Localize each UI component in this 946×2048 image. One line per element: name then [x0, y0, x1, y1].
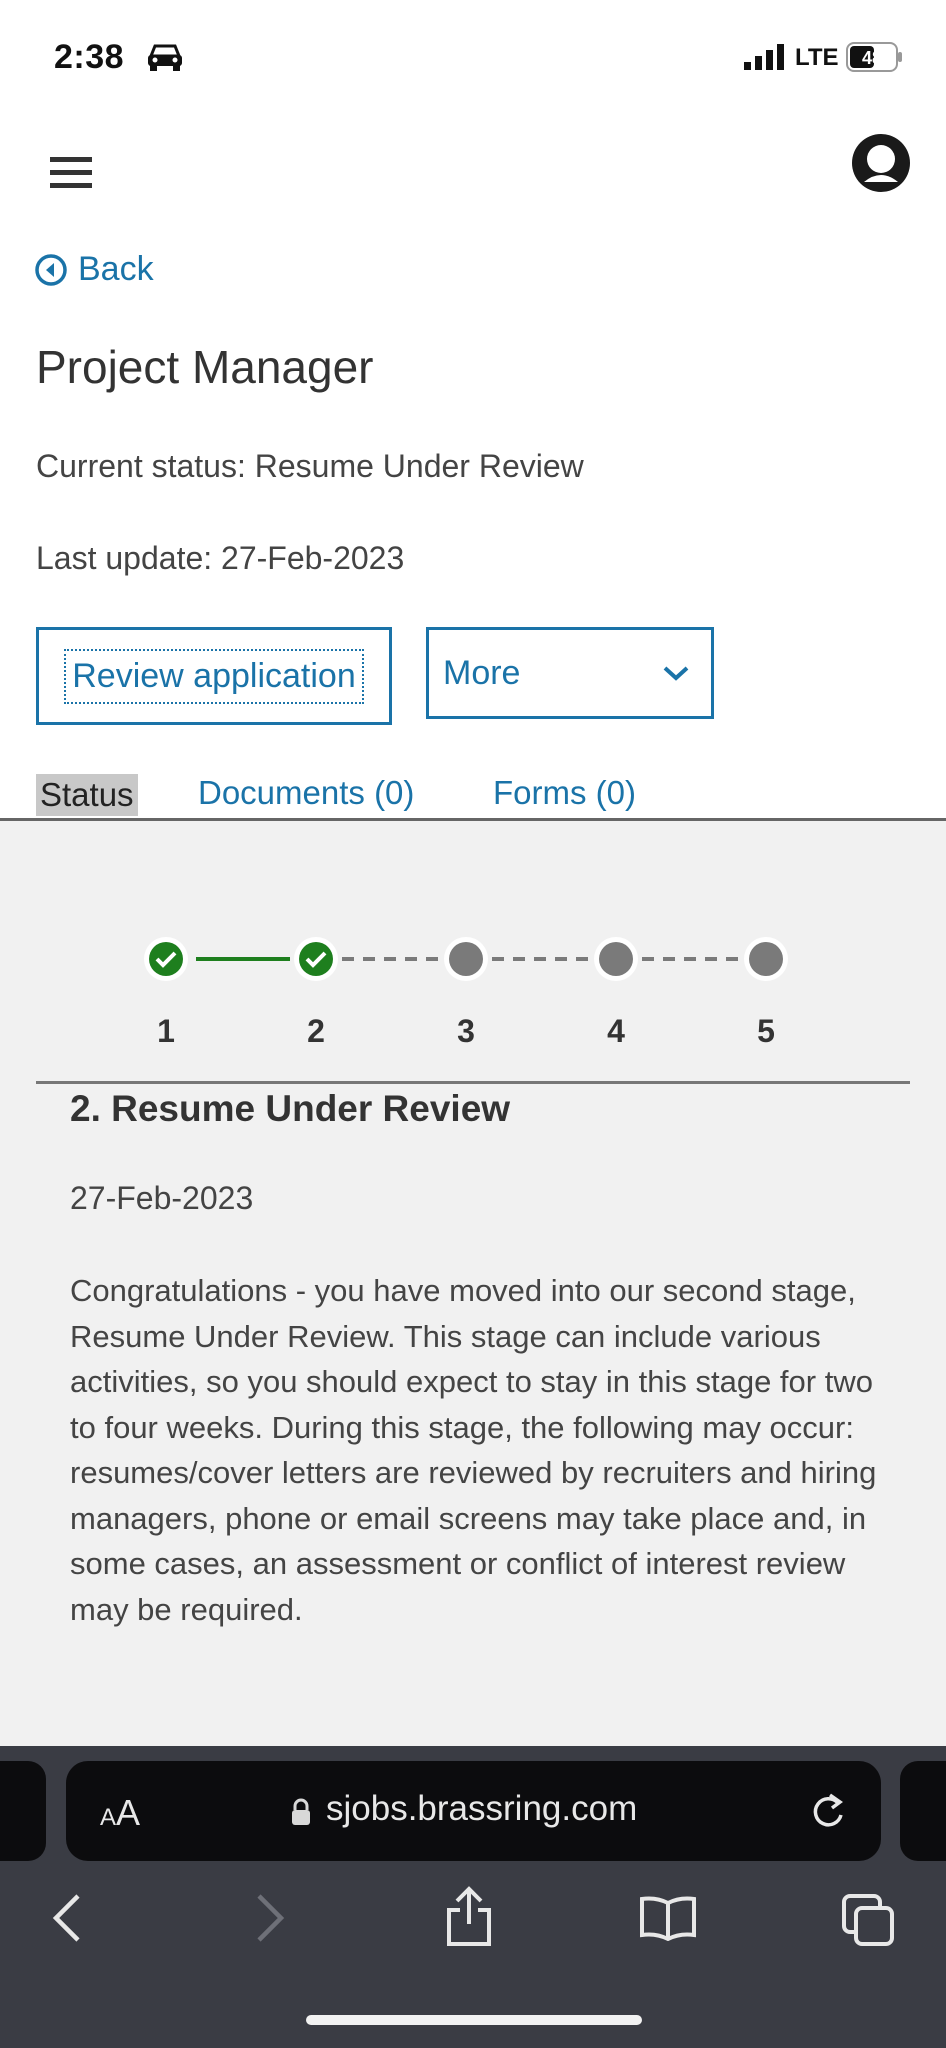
review-application-label: Review application	[64, 648, 364, 704]
step-number: 5	[757, 1013, 775, 1049]
signal-icon	[744, 44, 784, 70]
stage-title: 2. Resume Under Review	[70, 1088, 511, 1129]
profile-icon[interactable]	[850, 132, 912, 194]
review-application-button[interactable]: Review application	[36, 627, 392, 725]
step-number: 3	[457, 1013, 475, 1049]
car-icon	[148, 44, 182, 71]
step-number: 2	[307, 1013, 325, 1049]
step-1-complete-icon	[144, 937, 188, 981]
hamburger-menu-icon[interactable]	[50, 155, 94, 191]
network-label: LTE	[795, 44, 839, 71]
browser-forward-icon[interactable]	[253, 1892, 287, 1944]
step-2-complete-icon	[294, 937, 338, 981]
chevron-down-icon	[663, 666, 689, 681]
back-arrow-icon	[35, 253, 67, 286]
tab-status[interactable]: Status	[36, 774, 138, 816]
reload-icon[interactable]	[808, 1791, 848, 1831]
home-indicator[interactable]	[306, 2015, 642, 2025]
back-label: Back	[78, 250, 154, 288]
page-title: Project Manager	[36, 341, 374, 393]
url-text[interactable]: sjobs.brassring.com	[326, 1789, 637, 1829]
stage-description: Congratulations - you have moved into ou…	[70, 1273, 877, 1627]
step-number: 4	[607, 1013, 625, 1049]
aa-large: A	[116, 1792, 141, 1833]
step-5-pending-icon	[744, 937, 788, 981]
share-icon[interactable]	[444, 1886, 494, 1948]
aa-small: A	[100, 1804, 117, 1831]
step-3-pending-icon	[444, 937, 488, 981]
step-number: 1	[157, 1013, 175, 1049]
more-dropdown[interactable]: More	[426, 627, 714, 719]
previous-tab-edge[interactable]	[0, 1761, 46, 1861]
next-tab-edge[interactable]	[900, 1761, 946, 1861]
status-time: 2:38	[54, 38, 125, 76]
bookmarks-icon[interactable]	[638, 1895, 698, 1941]
browser-back-icon[interactable]	[50, 1892, 84, 1944]
tabs-overview-icon[interactable]	[840, 1892, 896, 1948]
divider	[36, 1081, 910, 1084]
current-status: Current status: Resume Under Review	[36, 448, 584, 484]
back-link[interactable]: Back	[34, 250, 154, 289]
lock-icon	[292, 1798, 310, 1825]
tab-forms[interactable]: Forms (0)	[493, 774, 636, 812]
battery-icon: 48	[846, 42, 902, 72]
step-4-pending-icon	[594, 937, 638, 981]
last-update: Last update: 27-Feb-2023	[36, 540, 405, 576]
stage-date: 27-Feb-2023	[70, 1180, 254, 1216]
more-label: More	[443, 653, 521, 692]
progress-stepper: 1 2 3 4 5	[140, 935, 800, 1055]
tab-documents[interactable]: Documents (0)	[198, 774, 414, 812]
battery-level: 48	[862, 48, 882, 68]
reader-settings-button[interactable]: AA	[100, 1792, 140, 1834]
